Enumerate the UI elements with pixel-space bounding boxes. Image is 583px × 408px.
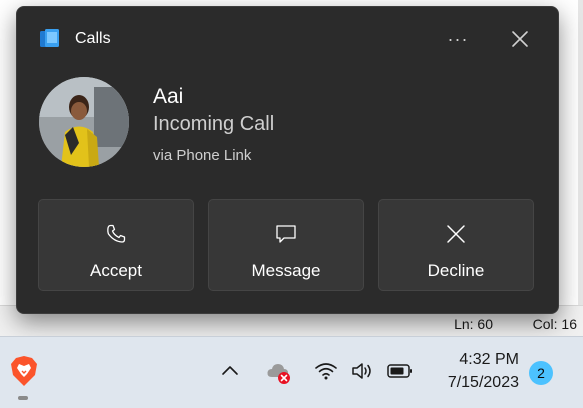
decline-label: Decline	[427, 261, 485, 280]
scrollbar[interactable]	[578, 0, 583, 305]
toast-header: Calls ···	[17, 7, 558, 63]
notification-count-badge[interactable]: 2	[529, 361, 553, 385]
call-source: via Phone Link	[153, 147, 252, 164]
column-number: Col: 16	[532, 316, 577, 332]
app-name: Calls	[75, 30, 111, 47]
close-icon	[512, 31, 528, 47]
line-number: Ln: 60	[454, 316, 493, 332]
phone-icon	[104, 222, 128, 246]
caller-name: Aai	[153, 85, 184, 108]
message-button[interactable]: Message	[208, 199, 364, 291]
onedrive-error-icon[interactable]	[266, 361, 294, 385]
clock-date[interactable]: 7/15/2023	[448, 374, 519, 392]
taskbar: 4:32 PM 7/15/2023 2	[0, 336, 583, 408]
calls-app-icon	[39, 29, 61, 49]
accept-label: Accept	[90, 261, 142, 280]
close-button[interactable]	[508, 27, 532, 51]
wifi-icon[interactable]	[314, 361, 338, 381]
active-app-indicator	[18, 396, 28, 400]
brave-browser-icon[interactable]	[10, 355, 38, 387]
show-hidden-icons-chevron-icon[interactable]	[220, 363, 240, 377]
volume-icon[interactable]	[351, 361, 375, 381]
clock-time[interactable]: 4:32 PM	[459, 351, 519, 369]
message-label: Message	[251, 261, 321, 280]
caller-avatar	[39, 77, 129, 167]
incoming-call-toast: Calls ··· Aai Incoming Call via Phone Li…	[16, 6, 559, 314]
accept-button[interactable]: Accept	[38, 199, 194, 291]
close-icon	[444, 222, 468, 246]
battery-icon[interactable]	[387, 363, 413, 379]
message-icon	[274, 222, 298, 246]
call-status: Incoming Call	[153, 113, 275, 135]
more-options-button[interactable]: ···	[444, 25, 472, 53]
decline-button[interactable]: Decline	[378, 199, 534, 291]
